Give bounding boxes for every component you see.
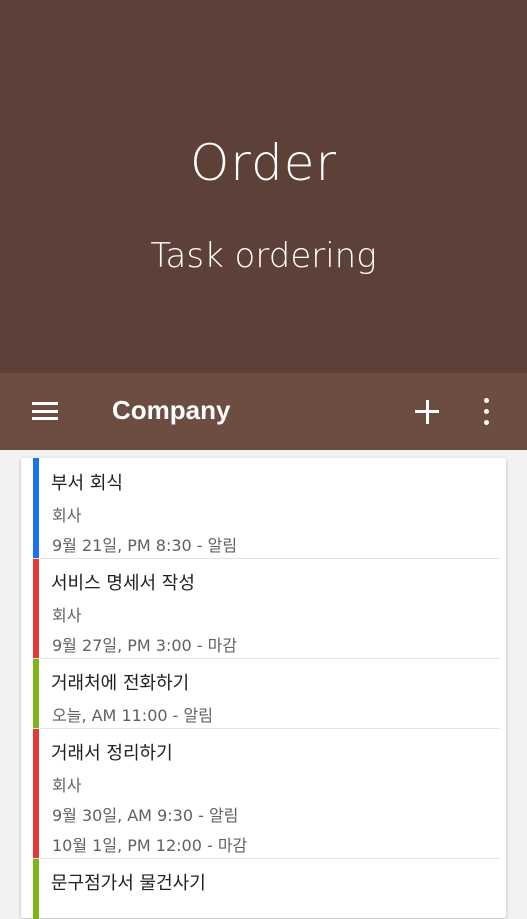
app-bar: Company — [0, 373, 527, 450]
category-color-bar — [33, 559, 39, 658]
task-item[interactable]: 서비스 명세서 작성 회사 9월 27일, PM 3:00 - 마감 — [33, 559, 500, 659]
hamburger-menu-icon[interactable] — [32, 402, 58, 420]
task-deadline: 10월 1일, PM 12:00 - 마감 — [52, 836, 248, 855]
task-item[interactable]: 부서 회식 회사 9월 21일, PM 8:30 - 알림 — [33, 458, 500, 559]
hero-subtitle: Task ordering — [150, 236, 377, 276]
category-color-bar — [33, 859, 39, 919]
task-item[interactable]: 거래처에 전화하기 오늘, AM 11:00 - 알림 — [33, 659, 500, 729]
task-deadline: 9월 27일, PM 3:00 - 마감 — [52, 636, 238, 655]
plus-icon[interactable] — [415, 400, 439, 424]
task-list: 부서 회식 회사 9월 21일, PM 8:30 - 알림 서비스 명세서 작성… — [21, 458, 506, 919]
list-title: Company — [112, 395, 231, 425]
task-category: 회사 — [52, 776, 82, 795]
task-category: 회사 — [52, 606, 82, 625]
hero-title: Order — [189, 134, 338, 192]
task-title: 거래처에 전화하기 — [51, 673, 190, 694]
task-category: 회사 — [52, 506, 82, 525]
more-vertical-icon[interactable] — [478, 398, 494, 426]
task-reminder: 9월 21일, PM 8:30 - 알림 — [52, 536, 238, 555]
task-item[interactable]: 거래서 정리하기 회사 9월 30일, AM 9:30 - 알림 10월 1일,… — [33, 729, 500, 859]
category-color-bar — [33, 729, 39, 858]
task-title: 거래서 정리하기 — [51, 743, 173, 764]
category-color-bar — [33, 458, 39, 558]
task-title: 서비스 명세서 작성 — [51, 573, 195, 594]
task-title: 문구점가서 물건사기 — [51, 873, 206, 894]
task-item[interactable]: 문구점가서 물건사기 — [33, 859, 500, 919]
category-color-bar — [33, 659, 39, 728]
task-reminder: 오늘, AM 11:00 - 알림 — [52, 706, 213, 725]
hero-banner: Order Task ordering — [0, 0, 527, 373]
task-title: 부서 회식 — [51, 473, 123, 494]
task-reminder: 9월 30일, AM 9:30 - 알림 — [52, 806, 239, 825]
